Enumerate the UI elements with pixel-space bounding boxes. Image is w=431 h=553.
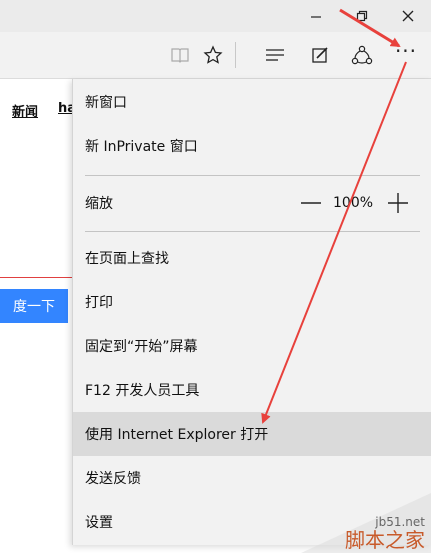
menu-item-label: 使用 Internet Explorer 打开 [85, 427, 269, 443]
plus-icon [388, 193, 408, 213]
share-icon [351, 45, 373, 65]
watermark-name: 脚本之家 [345, 528, 425, 552]
menu-item-label: 新 InPrivate 窗口 [85, 139, 198, 155]
pen-square-icon [312, 47, 328, 63]
menu-item-find-on-page[interactable]: 在页面上查找 [73, 236, 431, 280]
menu-item-open-with-ie[interactable]: 使用 Internet Explorer 打开 [73, 412, 431, 456]
menu-item-pin-to-start[interactable]: 固定到“开始”屏幕 [73, 324, 431, 368]
menu-item-zoom: 缩放 100% [73, 181, 431, 225]
minus-icon [301, 202, 321, 204]
web-note-button[interactable] [300, 32, 340, 78]
share-button[interactable] [342, 32, 382, 78]
browser-toolbar: ··· [0, 32, 431, 79]
more-icon: ··· [394, 39, 418, 63]
close-icon [402, 10, 414, 22]
minimize-button[interactable] [293, 0, 339, 32]
more-button[interactable]: ··· [386, 32, 426, 78]
more-actions-menu: 新窗口 新 InPrivate 窗口 缩放 100% 在页面上查找 打印 固定到… [72, 79, 431, 545]
hub-button[interactable] [255, 32, 295, 78]
star-icon [203, 45, 223, 64]
menu-separator [85, 175, 420, 176]
watermark-site: jb51.net [375, 515, 425, 529]
zoom-out-button[interactable] [299, 181, 323, 225]
menu-item-label: F12 开发人员工具 [85, 383, 200, 399]
zoom-in-button[interactable] [385, 181, 411, 225]
menu-item-label: 发送反馈 [85, 471, 141, 487]
nav-link-news[interactable]: 新闻 [12, 101, 38, 120]
zoom-level: 100% [333, 195, 374, 211]
book-icon [171, 48, 189, 63]
minimize-icon [311, 16, 321, 18]
menu-item-label: 设置 [85, 515, 113, 531]
watermark: jb51.net 脚本之家 [345, 515, 425, 551]
title-bar [0, 0, 431, 32]
menu-separator [85, 231, 420, 232]
restore-button[interactable] [339, 0, 385, 32]
search-button[interactable]: 度一下 [0, 289, 68, 323]
menu-item-print[interactable]: 打印 [73, 280, 431, 324]
toolbar-divider [235, 42, 236, 68]
favorite-button[interactable] [193, 32, 233, 78]
menu-item-label: 固定到“开始”屏幕 [85, 339, 198, 355]
menu-item-new-window[interactable]: 新窗口 [73, 80, 431, 124]
restore-icon [356, 10, 368, 22]
menu-item-label: 缩放 [85, 196, 113, 212]
hub-icon [266, 49, 284, 61]
menu-item-new-inprivate[interactable]: 新 InPrivate 窗口 [73, 124, 431, 168]
menu-item-f12-tools[interactable]: F12 开发人员工具 [73, 368, 431, 412]
menu-item-label: 在页面上查找 [85, 251, 169, 267]
close-button[interactable] [385, 0, 431, 32]
menu-item-label: 打印 [85, 295, 113, 311]
menu-item-label: 新窗口 [85, 95, 127, 111]
